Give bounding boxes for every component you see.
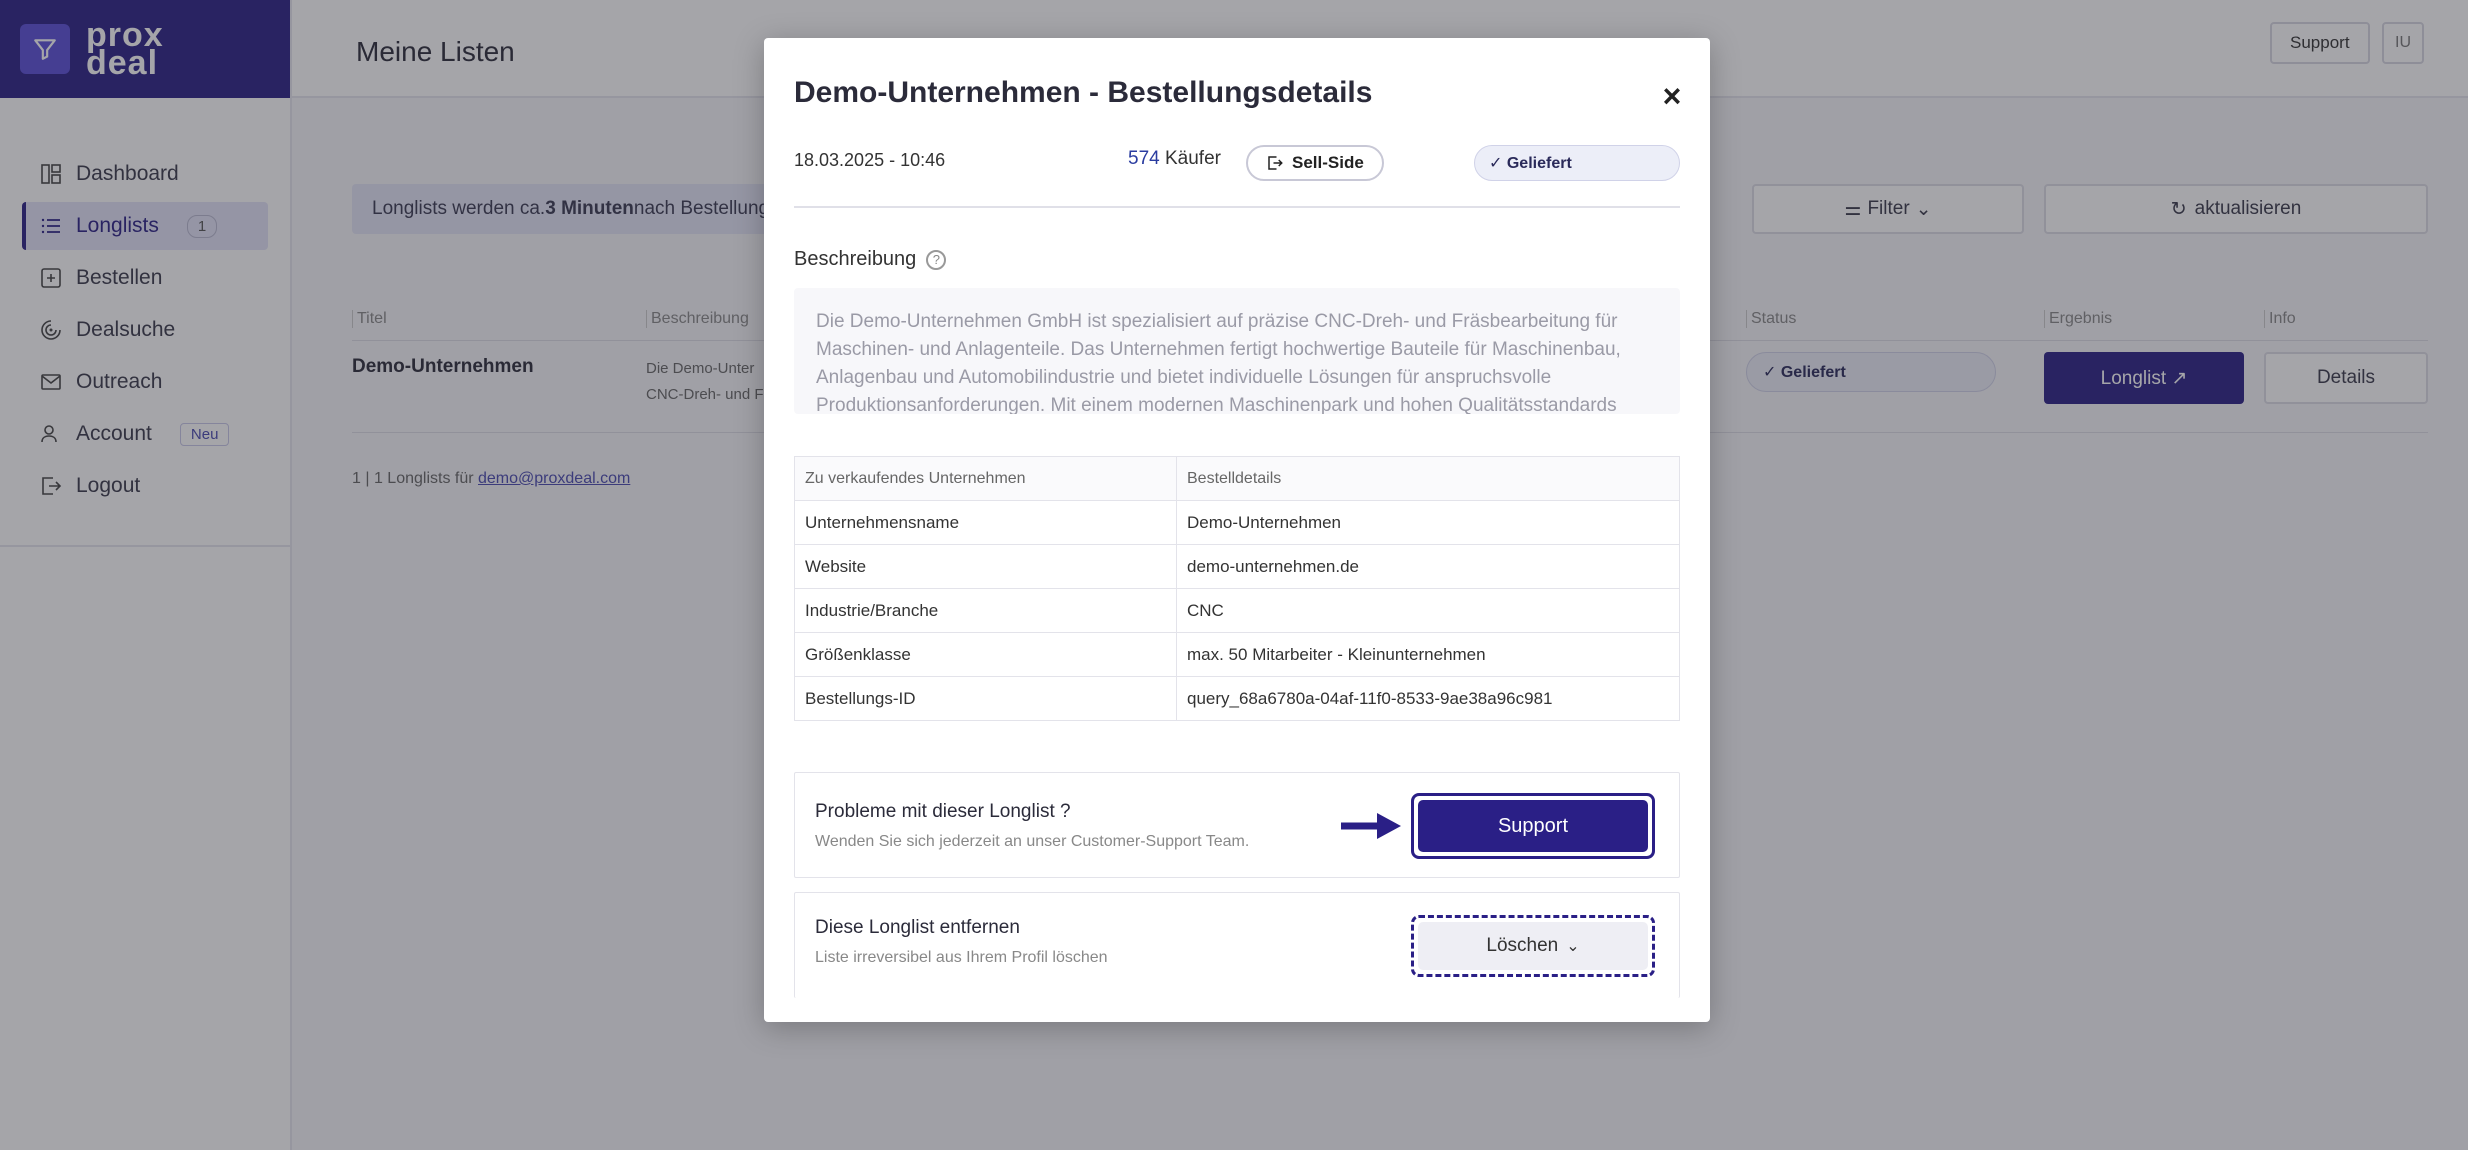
table-cell-value: Demo-Unternehmen [1176,500,1680,545]
delete-button-label: Löschen [1486,935,1559,956]
delete-button[interactable]: Löschen ⌄ [1418,922,1648,970]
delete-card: Diese Longlist entfernen Liste irreversi… [794,892,1680,998]
chevron-down-icon: ⌄ [1566,938,1580,955]
table-cell-label: Industrie/Branche [794,588,1177,633]
order-date: 18.03.2025 - 10:46 [794,150,946,170]
buyer-count-number: 574 [1128,148,1160,169]
support-card: Probleme mit dieser Longlist ? Wenden Si… [794,772,1680,878]
table-row: Unternehmensname Demo-Unternehmen [794,500,1680,545]
close-icon[interactable]: × [1652,76,1692,116]
table-row: Bestellungs-ID query_68a6780a-04af-11f0-… [794,676,1680,721]
order-details-table: Zu verkaufendes Unternehmen Bestelldetai… [794,456,1680,721]
table-cell-label: Website [794,544,1177,589]
table-row: Größenklasse max. 50 Mitarbeiter - Klein… [794,632,1680,677]
table-header: Bestelldetails [1176,456,1680,501]
table-row: Industrie/Branche CNC [794,588,1680,633]
table-header-row: Zu verkaufendes Unternehmen Bestelldetai… [794,456,1680,501]
table-row: Website demo-unternehmen.de [794,544,1680,589]
table-cell-value: max. 50 Mitarbeiter - Kleinunternehmen [1176,632,1680,677]
table-cell-label: Unternehmensname [794,500,1177,545]
support-button-highlight: Support [1411,793,1655,859]
buyer-count-label: Käufer [1159,148,1221,169]
sell-side-badge: Sell-Side [1246,145,1384,181]
status-badge: ✓ Geliefert [1474,145,1680,181]
description-text[interactable]: Die Demo-Unternehmen GmbH ist spezialisi… [794,288,1680,414]
arrow-right-icon [1341,813,1401,839]
delete-button-highlight: Löschen ⌄ [1411,915,1655,977]
delete-card-subtitle: Liste irreversibel aus Ihrem Profil lösc… [815,949,1108,966]
buyer-count: 574 Käufer [1128,148,1221,170]
table-header: Zu verkaufendes Unternehmen [794,456,1177,501]
support-card-title: Probleme mit dieser Longlist ? [815,801,1071,822]
sell-side-icon [1266,154,1284,172]
support-button[interactable]: Support [1418,800,1648,852]
table-cell-label: Größenklasse [794,632,1177,677]
table-cell-label: Bestellungs-ID [794,676,1177,721]
table-cell-value: CNC [1176,588,1680,633]
modal-title: Demo-Unternehmen - Bestellungsdetails [794,76,1373,109]
support-card-subtitle: Wenden Sie sich jederzeit an unser Custo… [815,833,1250,850]
help-icon[interactable]: ? [926,249,947,270]
order-details-modal: Demo-Unternehmen - Bestellungsdetails × … [764,38,1710,1022]
sell-side-label: Sell-Side [1292,153,1364,172]
table-cell-value: demo-unternehmen.de [1176,544,1680,589]
delete-card-title: Diese Longlist entfernen [815,917,1020,938]
description-label: Beschreibung ? [794,248,947,271]
table-cell-value: query_68a6780a-04af-11f0-8533-9ae38a96c9… [1176,676,1680,721]
modal-divider [794,206,1680,208]
description-label-text: Beschreibung [794,248,917,270]
